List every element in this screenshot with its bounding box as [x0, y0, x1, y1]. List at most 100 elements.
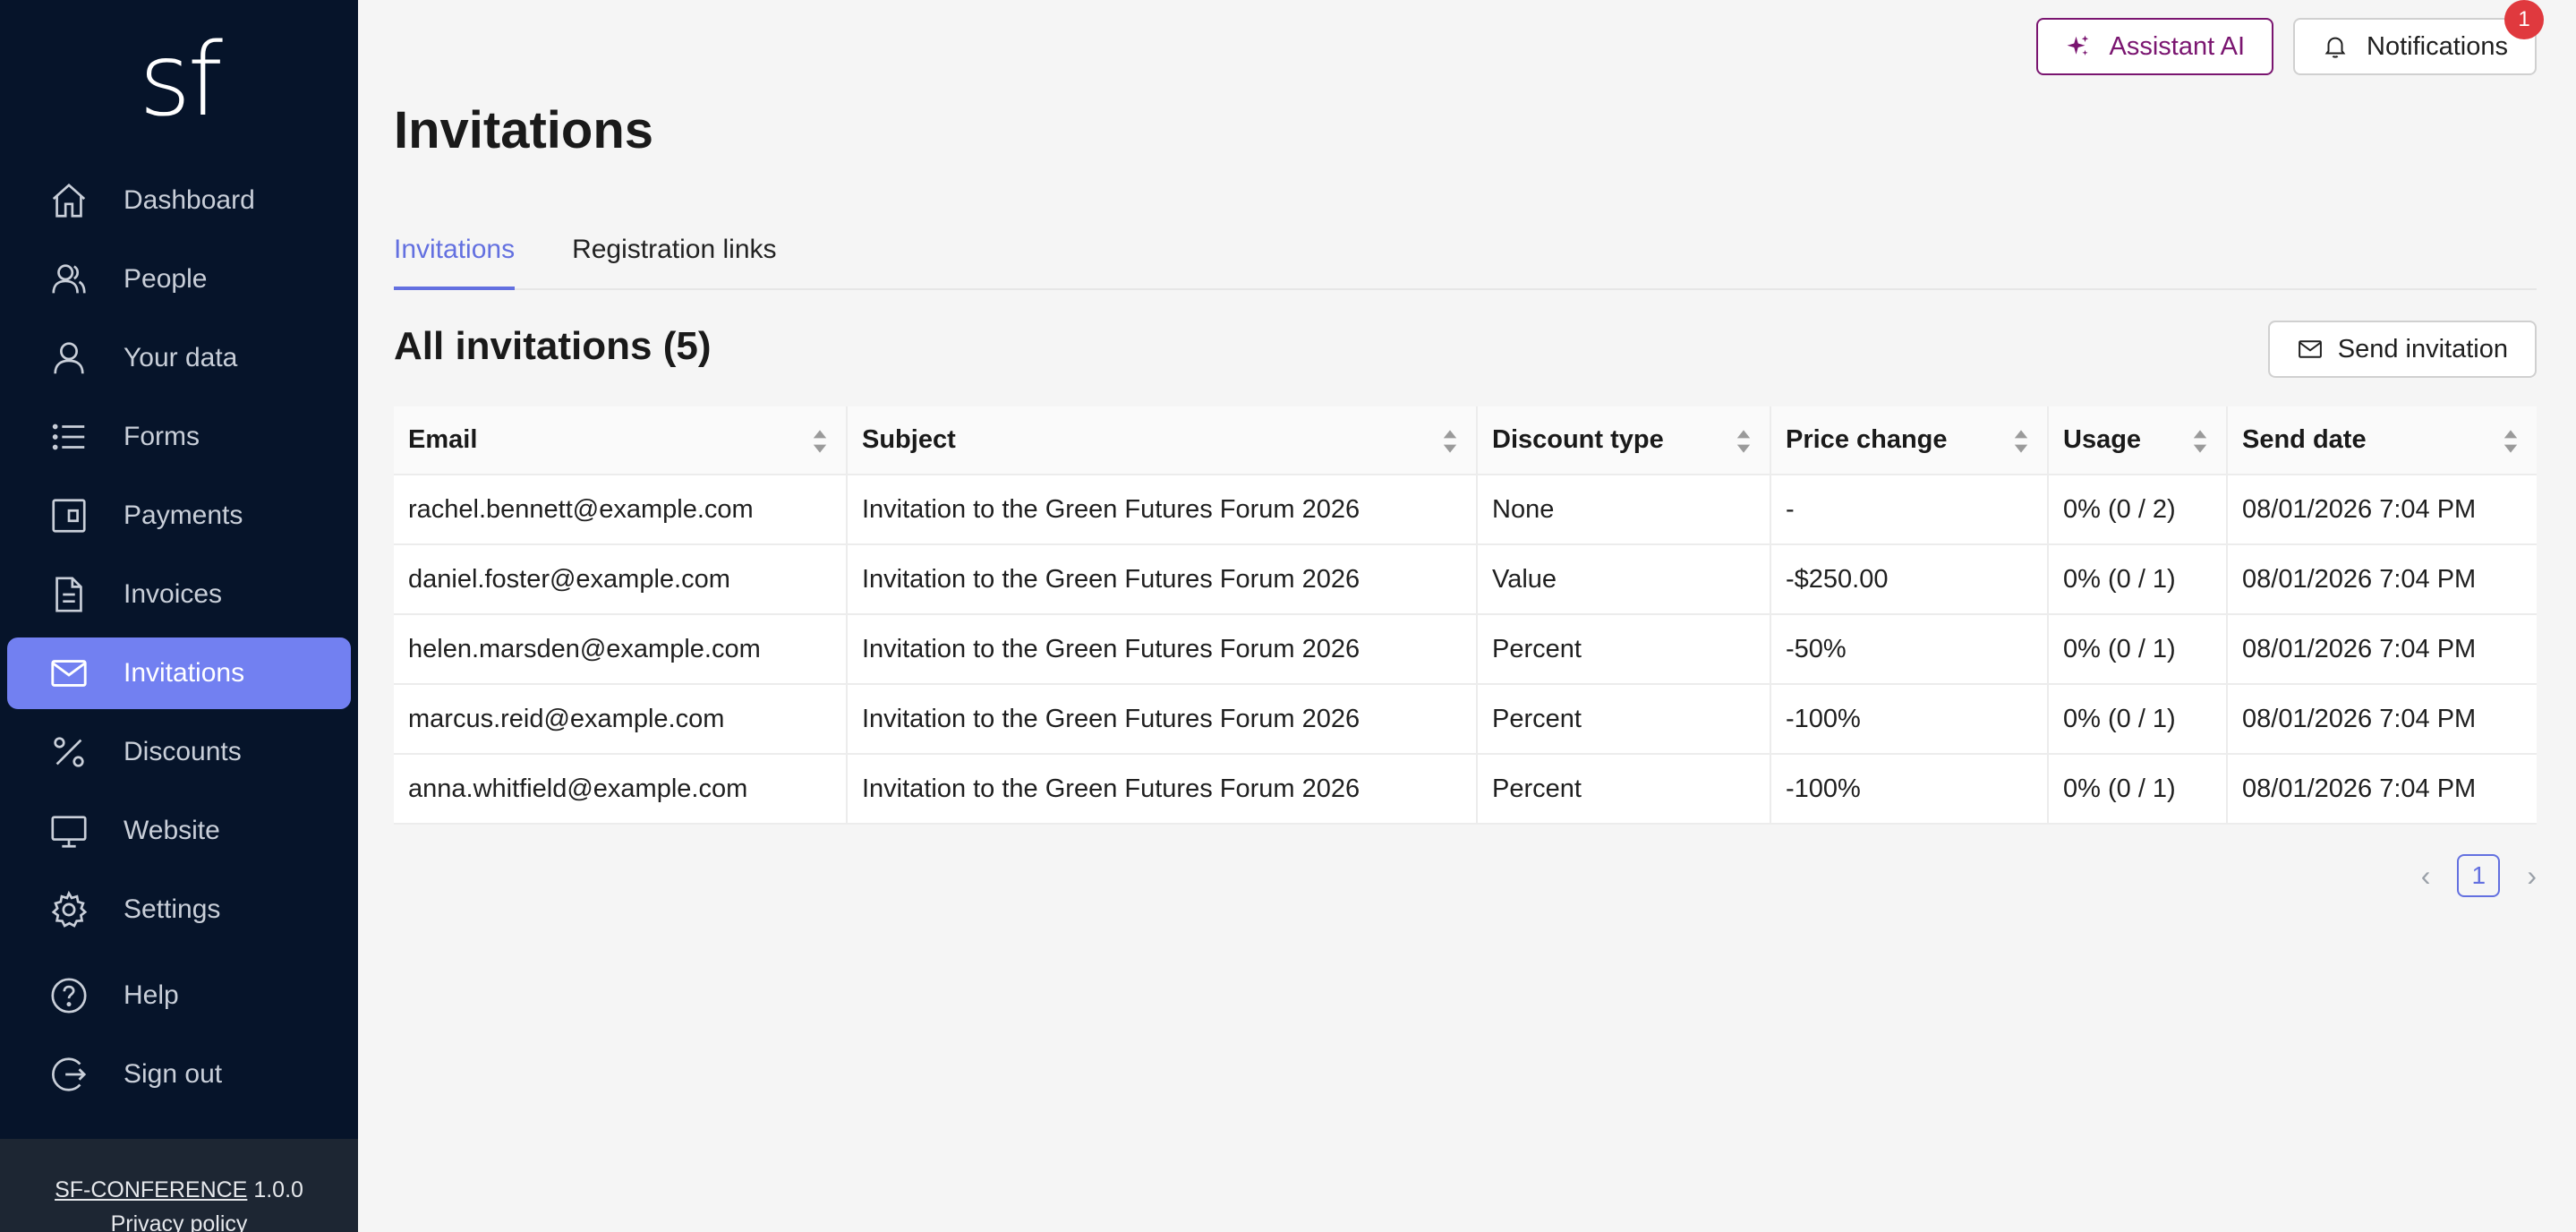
cell-usage: 0% (0 / 1) — [2048, 684, 2228, 755]
sidebar-item-label: Dashboard — [124, 185, 255, 215]
cell-price-change: -$250.00 — [1770, 544, 2049, 615]
table-header-row: Email Subject Discount type Price change… — [394, 406, 2537, 475]
table-row[interactable]: helen.marsden@example.com Invitation to … — [394, 614, 2537, 685]
table-row[interactable]: daniel.foster@example.com Invitation to … — [394, 544, 2537, 615]
user-icon — [48, 338, 90, 379]
cell-discount-type: Value — [1477, 544, 1771, 615]
main-content: Assistant AI Notifications 1 Invitations… — [358, 0, 2576, 1232]
column-header-email[interactable]: Email — [394, 406, 848, 475]
sidebar: sf Dashboard People Your data Forms Paym… — [0, 0, 358, 1232]
sidebar-item-your-data[interactable]: Your data — [7, 322, 351, 394]
wallet-icon — [48, 495, 90, 536]
sort-icon[interactable] — [2192, 428, 2208, 455]
cell-discount-type: Percent — [1477, 684, 1771, 755]
cell-send-date: 08/01/2026 7:04 PM — [2227, 684, 2537, 755]
notifications-button[interactable]: Notifications 1 — [2293, 0, 2544, 75]
sparkles-icon — [2065, 33, 2092, 60]
sidebar-item-label: People — [124, 264, 208, 294]
next-page-button[interactable]: › — [2527, 860, 2537, 893]
app-version: SF-CONFERENCE 1.0.0 — [0, 1173, 358, 1207]
page-number-button[interactable]: 1 — [2457, 854, 2501, 897]
column-header-usage[interactable]: Usage — [2048, 406, 2228, 475]
sign-out-icon — [48, 1054, 90, 1095]
cell-price-change: -100% — [1770, 684, 2049, 755]
help-icon — [48, 975, 90, 1016]
privacy-policy-link[interactable]: Privacy policy — [0, 1207, 358, 1232]
sidebar-item-help[interactable]: Help — [7, 960, 351, 1031]
section-title: All invitations (5) — [394, 324, 712, 368]
cell-price-change: -100% — [1770, 754, 2049, 825]
brand-logo[interactable]: sf — [0, 22, 358, 139]
cell-send-date: 08/01/2026 7:04 PM — [2227, 754, 2537, 825]
cell-email: marcus.reid@example.com — [394, 684, 848, 755]
sidebar-item-label: Invitations — [124, 658, 245, 688]
sidebar-item-invitations[interactable]: Invitations — [7, 637, 351, 709]
sort-icon[interactable] — [2503, 428, 2519, 455]
sidebar-item-settings[interactable]: Settings — [7, 874, 351, 945]
column-header-discount-type[interactable]: Discount type — [1477, 406, 1771, 475]
cell-price-change: - — [1770, 475, 2049, 545]
tab-registration-links[interactable]: Registration links — [572, 215, 776, 288]
sidebar-item-label: Website — [124, 816, 220, 845]
sidebar-item-label: Your data — [124, 343, 238, 372]
sidebar-item-label: Help — [124, 980, 179, 1010]
list-icon — [48, 416, 90, 458]
sidebar-item-sign-out[interactable]: Sign out — [7, 1039, 351, 1110]
cell-subject: Invitation to the Green Futures Forum 20… — [847, 684, 1478, 755]
sidebar-item-payments[interactable]: Payments — [7, 480, 351, 552]
sort-icon[interactable] — [812, 428, 828, 455]
table-row[interactable]: rachel.bennett@example.com Invitation to… — [394, 475, 2537, 545]
sidebar-item-label: Sign out — [124, 1059, 223, 1089]
bell-icon — [2322, 33, 2349, 60]
prev-page-button[interactable]: ‹ — [2421, 860, 2431, 893]
header-actions: Assistant AI Notifications 1 — [2035, 0, 2544, 75]
sidebar-item-people[interactable]: People — [7, 244, 351, 315]
sidebar-footer: SF-CONFERENCE 1.0.0 Privacy policy — [0, 1139, 358, 1232]
sidebar-item-website[interactable]: Website — [7, 795, 351, 867]
sidebar-item-discounts[interactable]: Discounts — [7, 716, 351, 788]
sidebar-item-dashboard[interactable]: Dashboard — [7, 165, 351, 236]
sidebar-item-label: Forms — [124, 422, 200, 451]
monitor-icon — [48, 810, 90, 851]
gear-icon — [48, 889, 90, 930]
sidebar-item-invoices[interactable]: Invoices — [7, 559, 351, 630]
column-header-subject[interactable]: Subject — [847, 406, 1478, 475]
sidebar-item-forms[interactable]: Forms — [7, 401, 351, 473]
cell-discount-type: None — [1477, 475, 1771, 545]
people-icon — [48, 259, 90, 300]
sidebar-item-label: Settings — [124, 894, 221, 924]
notifications-badge: 1 — [2504, 0, 2544, 39]
mail-icon — [48, 653, 90, 694]
table-row[interactable]: marcus.reid@example.com Invitation to th… — [394, 684, 2537, 755]
pagination: ‹ 1 › — [2421, 854, 2537, 897]
send-invitation-button[interactable]: Send invitation — [2267, 321, 2537, 378]
tab-invitations[interactable]: Invitations — [394, 215, 516, 290]
sort-icon[interactable] — [2013, 428, 2029, 455]
cell-discount-type: Percent — [1477, 754, 1771, 825]
home-icon — [48, 180, 90, 221]
sort-icon[interactable] — [1442, 428, 1458, 455]
cell-send-date: 08/01/2026 7:04 PM — [2227, 614, 2537, 685]
cell-send-date: 08/01/2026 7:04 PM — [2227, 475, 2537, 545]
assistant-ai-button[interactable]: Assistant AI — [2035, 18, 2274, 75]
app-name-link[interactable]: SF-CONFERENCE — [55, 1177, 247, 1202]
column-header-send-date[interactable]: Send date — [2227, 406, 2537, 475]
table-row[interactable]: anna.whitfield@example.com Invitation to… — [394, 754, 2537, 825]
cell-email: anna.whitfield@example.com — [394, 754, 848, 825]
notifications-label: Notifications — [2367, 31, 2508, 61]
assistant-ai-label: Assistant AI — [2109, 31, 2246, 61]
cell-usage: 0% (0 / 1) — [2048, 614, 2228, 685]
sidebar-item-label: Discounts — [124, 737, 242, 766]
cell-subject: Invitation to the Green Futures Forum 20… — [847, 544, 1478, 615]
column-header-price-change[interactable]: Price change — [1770, 406, 2049, 475]
sort-icon[interactable] — [1736, 428, 1752, 455]
sidebar-item-label: Invoices — [124, 579, 223, 609]
cell-subject: Invitation to the Green Futures Forum 20… — [847, 754, 1478, 825]
cell-email: helen.marsden@example.com — [394, 614, 848, 685]
cell-usage: 0% (0 / 1) — [2048, 754, 2228, 825]
percent-icon — [48, 732, 90, 773]
cell-send-date: 08/01/2026 7:04 PM — [2227, 544, 2537, 615]
sidebar-item-label: Payments — [124, 500, 243, 530]
cell-price-change: -50% — [1770, 614, 2049, 685]
document-icon — [48, 574, 90, 615]
